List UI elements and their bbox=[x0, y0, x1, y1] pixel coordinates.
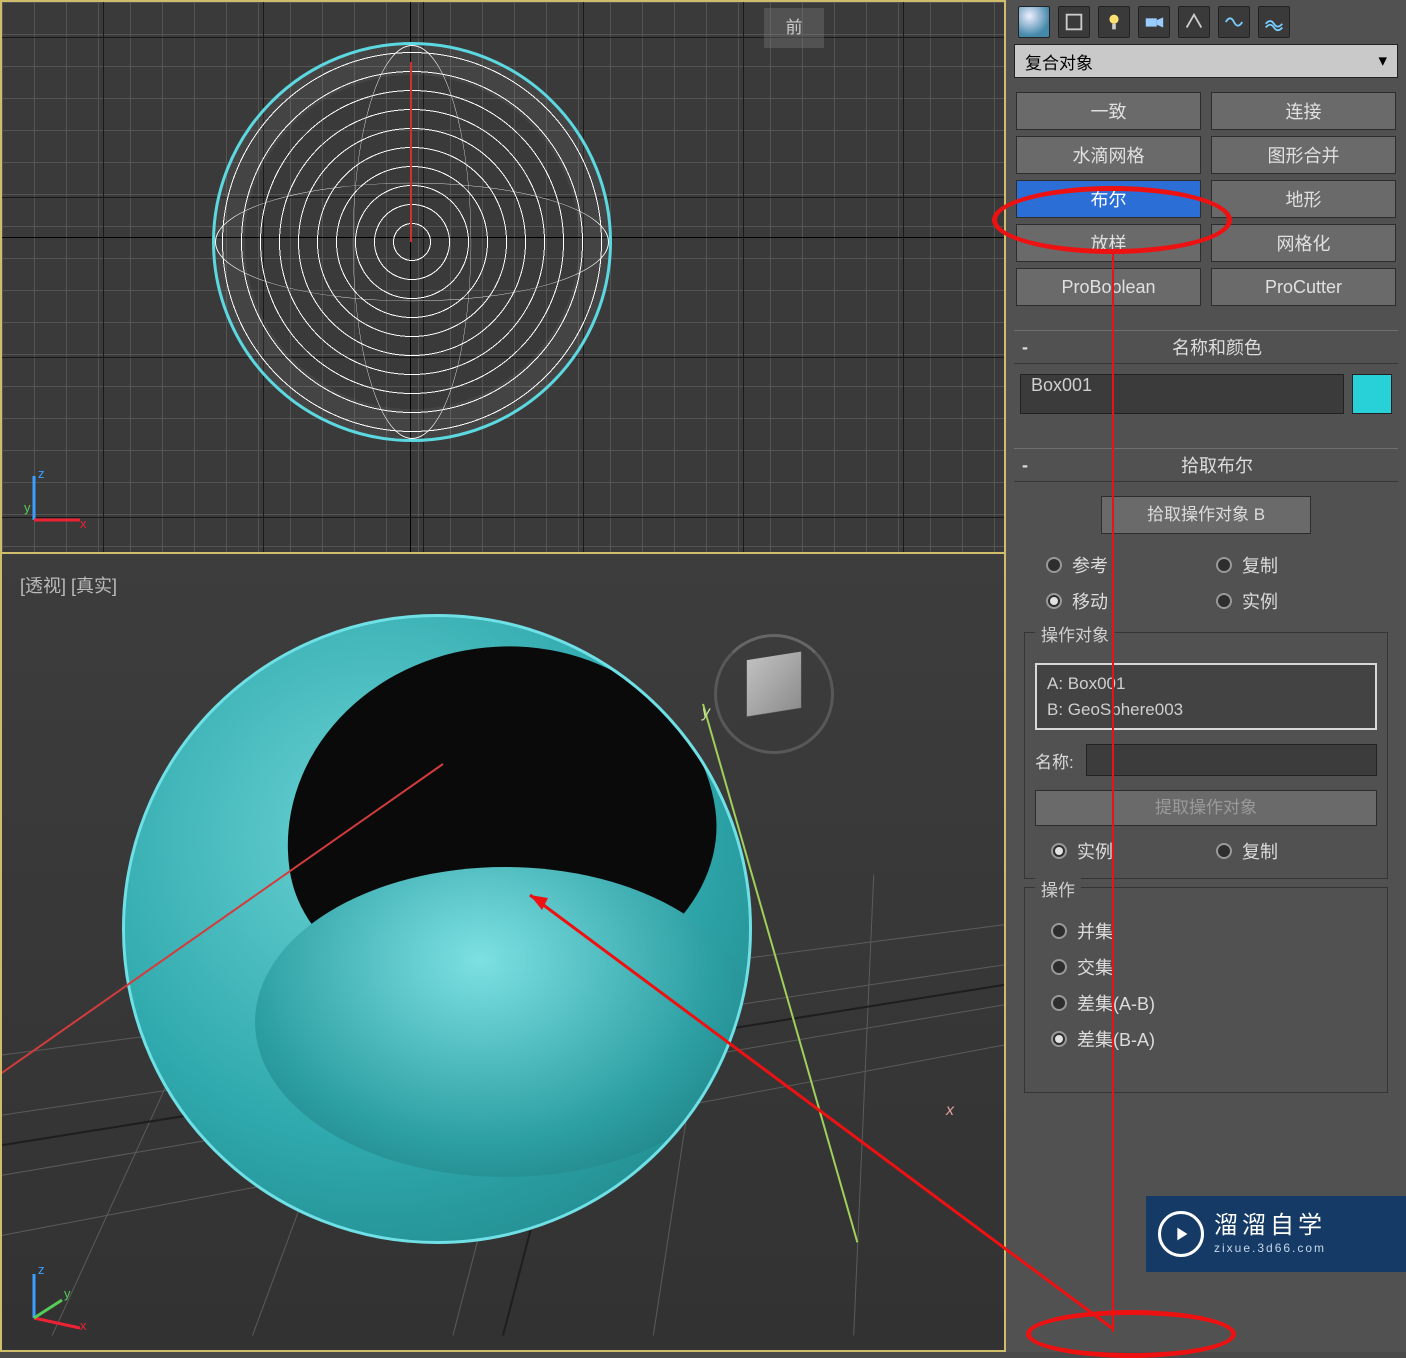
chevron-down-icon: ▾ bbox=[1378, 51, 1387, 71]
btn-conform[interactable]: 一致 bbox=[1016, 92, 1201, 130]
axis-gizmo-icon: z y x bbox=[22, 462, 92, 532]
name-label: 名称: bbox=[1035, 748, 1074, 773]
btn-mesher[interactable]: 网格化 bbox=[1211, 224, 1396, 262]
operands-group: 操作对象 A: Box001 B: GeoSphere003 名称: 提取操作对… bbox=[1024, 632, 1388, 879]
btn-procutter[interactable]: ProCutter bbox=[1211, 268, 1396, 306]
play-icon bbox=[1158, 1211, 1204, 1257]
btn-connect[interactable]: 连接 bbox=[1211, 92, 1396, 130]
command-panel: 复合对象 ▾ 一致 连接 水滴网格 图形合并 布尔 地形 放样 网格化 ProB… bbox=[1006, 0, 1406, 1352]
op-union[interactable]: 并集 bbox=[1051, 918, 1377, 944]
extract-radio-copy[interactable]: 复制 bbox=[1216, 838, 1361, 864]
extract-operand-button[interactable]: 提取操作对象 bbox=[1035, 790, 1377, 826]
rollout-name-color-header[interactable]: - 名称和颜色 bbox=[1014, 330, 1398, 364]
sphere-icon[interactable] bbox=[1018, 6, 1050, 38]
operand-list[interactable]: A: Box001 B: GeoSphere003 bbox=[1035, 663, 1377, 730]
rollout-name-color-body: Box001 bbox=[1014, 364, 1398, 424]
watermark: 溜溜自学 zixue.3d66.com bbox=[1146, 1196, 1406, 1272]
axis-gizmo-icon: z y x bbox=[22, 1260, 92, 1330]
axis-x-label: x bbox=[946, 1102, 954, 1120]
watermark-url: zixue.3d66.com bbox=[1214, 1241, 1326, 1255]
op-subtract-ba[interactable]: 差集(B-A) bbox=[1051, 1026, 1377, 1052]
operation-group: 操作 并集 交集 差集(A-B) 差集(B-A) bbox=[1024, 887, 1388, 1093]
systems-icon[interactable] bbox=[1258, 6, 1290, 38]
radio-copy[interactable]: 复制 bbox=[1216, 552, 1366, 578]
radio-reference[interactable]: 参考 bbox=[1046, 552, 1196, 578]
btn-shapemerge[interactable]: 图形合并 bbox=[1211, 136, 1396, 174]
svg-text:z: z bbox=[38, 1262, 45, 1277]
collapse-icon: - bbox=[1014, 455, 1036, 476]
viewport-label: [透视] [真实] bbox=[20, 572, 117, 598]
svg-text:y: y bbox=[64, 1286, 71, 1301]
dropdown-value: 复合对象 bbox=[1025, 49, 1093, 74]
shapes-icon[interactable] bbox=[1058, 6, 1090, 38]
group-legend: 操作 bbox=[1035, 876, 1081, 901]
btn-boolean[interactable]: 布尔 bbox=[1016, 180, 1201, 218]
op-subtract-ab[interactable]: 差集(A-B) bbox=[1051, 990, 1377, 1016]
viewcube[interactable] bbox=[714, 634, 834, 754]
light-icon[interactable] bbox=[1098, 6, 1130, 38]
rollout-title: 名称和颜色 bbox=[1036, 334, 1398, 360]
subcategory-dropdown[interactable]: 复合对象 ▾ bbox=[1014, 44, 1398, 78]
btn-loft[interactable]: 放样 bbox=[1016, 224, 1201, 262]
watermark-title: 溜溜自学 bbox=[1214, 1212, 1326, 1241]
create-category-icons bbox=[1014, 6, 1398, 38]
shell-inner-sphere bbox=[255, 867, 752, 1177]
operand-name-input[interactable] bbox=[1086, 744, 1377, 776]
rollout-title: 拾取布尔 bbox=[1036, 452, 1398, 478]
geosphere-wireframe[interactable] bbox=[212, 42, 612, 442]
viewport-front[interactable]: 前 z y x bbox=[0, 0, 1006, 554]
helper-icon[interactable] bbox=[1178, 6, 1210, 38]
btn-terrain[interactable]: 地形 bbox=[1211, 180, 1396, 218]
group-legend: 操作对象 bbox=[1035, 621, 1115, 646]
boolean-result-shell[interactable] bbox=[122, 614, 752, 1244]
spacewarp-icon[interactable] bbox=[1218, 6, 1250, 38]
operand-b[interactable]: B: GeoSphere003 bbox=[1047, 697, 1365, 723]
object-color-swatch[interactable] bbox=[1352, 374, 1392, 414]
svg-text:y: y bbox=[24, 500, 31, 515]
radio-move[interactable]: 移动 bbox=[1046, 588, 1196, 614]
viewport-label-bg: 前 bbox=[764, 8, 824, 48]
object-name-input[interactable]: Box001 bbox=[1020, 374, 1344, 414]
operand-a[interactable]: A: Box001 bbox=[1047, 671, 1365, 697]
rollout-pick-header[interactable]: - 拾取布尔 bbox=[1014, 448, 1398, 482]
btn-proboolean[interactable]: ProBoolean bbox=[1016, 268, 1201, 306]
svg-text:z: z bbox=[38, 466, 45, 481]
gizmo-y-axis bbox=[410, 62, 412, 242]
extract-radio-instance[interactable]: 实例 bbox=[1051, 838, 1196, 864]
axis-y-label: y bbox=[702, 704, 710, 722]
svg-text:x: x bbox=[80, 1318, 87, 1330]
btn-blobmesh[interactable]: 水滴网格 bbox=[1016, 136, 1201, 174]
svg-text:x: x bbox=[80, 516, 87, 531]
pick-operand-b-button[interactable]: 拾取操作对象 B bbox=[1101, 496, 1311, 534]
viewport-perspective[interactable]: [透视] [真实] x y bbox=[0, 554, 1006, 1352]
collapse-icon: - bbox=[1014, 337, 1036, 358]
op-intersect[interactable]: 交集 bbox=[1051, 954, 1377, 980]
radio-instance[interactable]: 实例 bbox=[1216, 588, 1366, 614]
annotation-ellipse-subtract-ba bbox=[1026, 1310, 1236, 1358]
viewcube-cube[interactable] bbox=[747, 651, 801, 716]
object-type-grid: 一致 连接 水滴网格 图形合并 布尔 地形 放样 网格化 ProBoolean … bbox=[1014, 92, 1398, 306]
viewports: 前 z y x [透视] [真实] bbox=[0, 0, 1006, 1352]
camera-icon[interactable] bbox=[1138, 6, 1170, 38]
rollout-pick-body: 拾取操作对象 B 参考 复制 移动 实例 操作对象 A: Box001 B: G… bbox=[1014, 482, 1398, 1111]
